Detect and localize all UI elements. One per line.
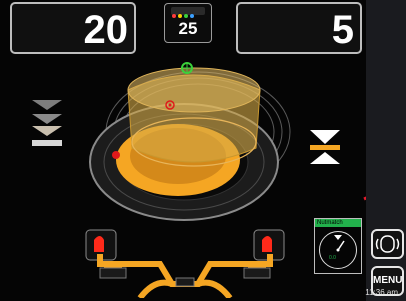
nutmatch-widget[interactable]: Nutmatch 0.0	[314, 218, 362, 274]
nutmatch-value: 0.0	[329, 255, 336, 261]
balancer-screen: 20 25 5 MENU Nutmatch 0.0 11:36 am	[0, 0, 406, 301]
clock: 11:36 am	[365, 288, 398, 297]
nutmatch-title: Nutmatch	[315, 219, 361, 227]
gauge-dial-icon	[334, 235, 345, 252]
tyre-profile-button[interactable]	[371, 229, 404, 259]
nutmatch-gauge	[319, 231, 357, 269]
tyre-profile-icon	[375, 235, 400, 253]
